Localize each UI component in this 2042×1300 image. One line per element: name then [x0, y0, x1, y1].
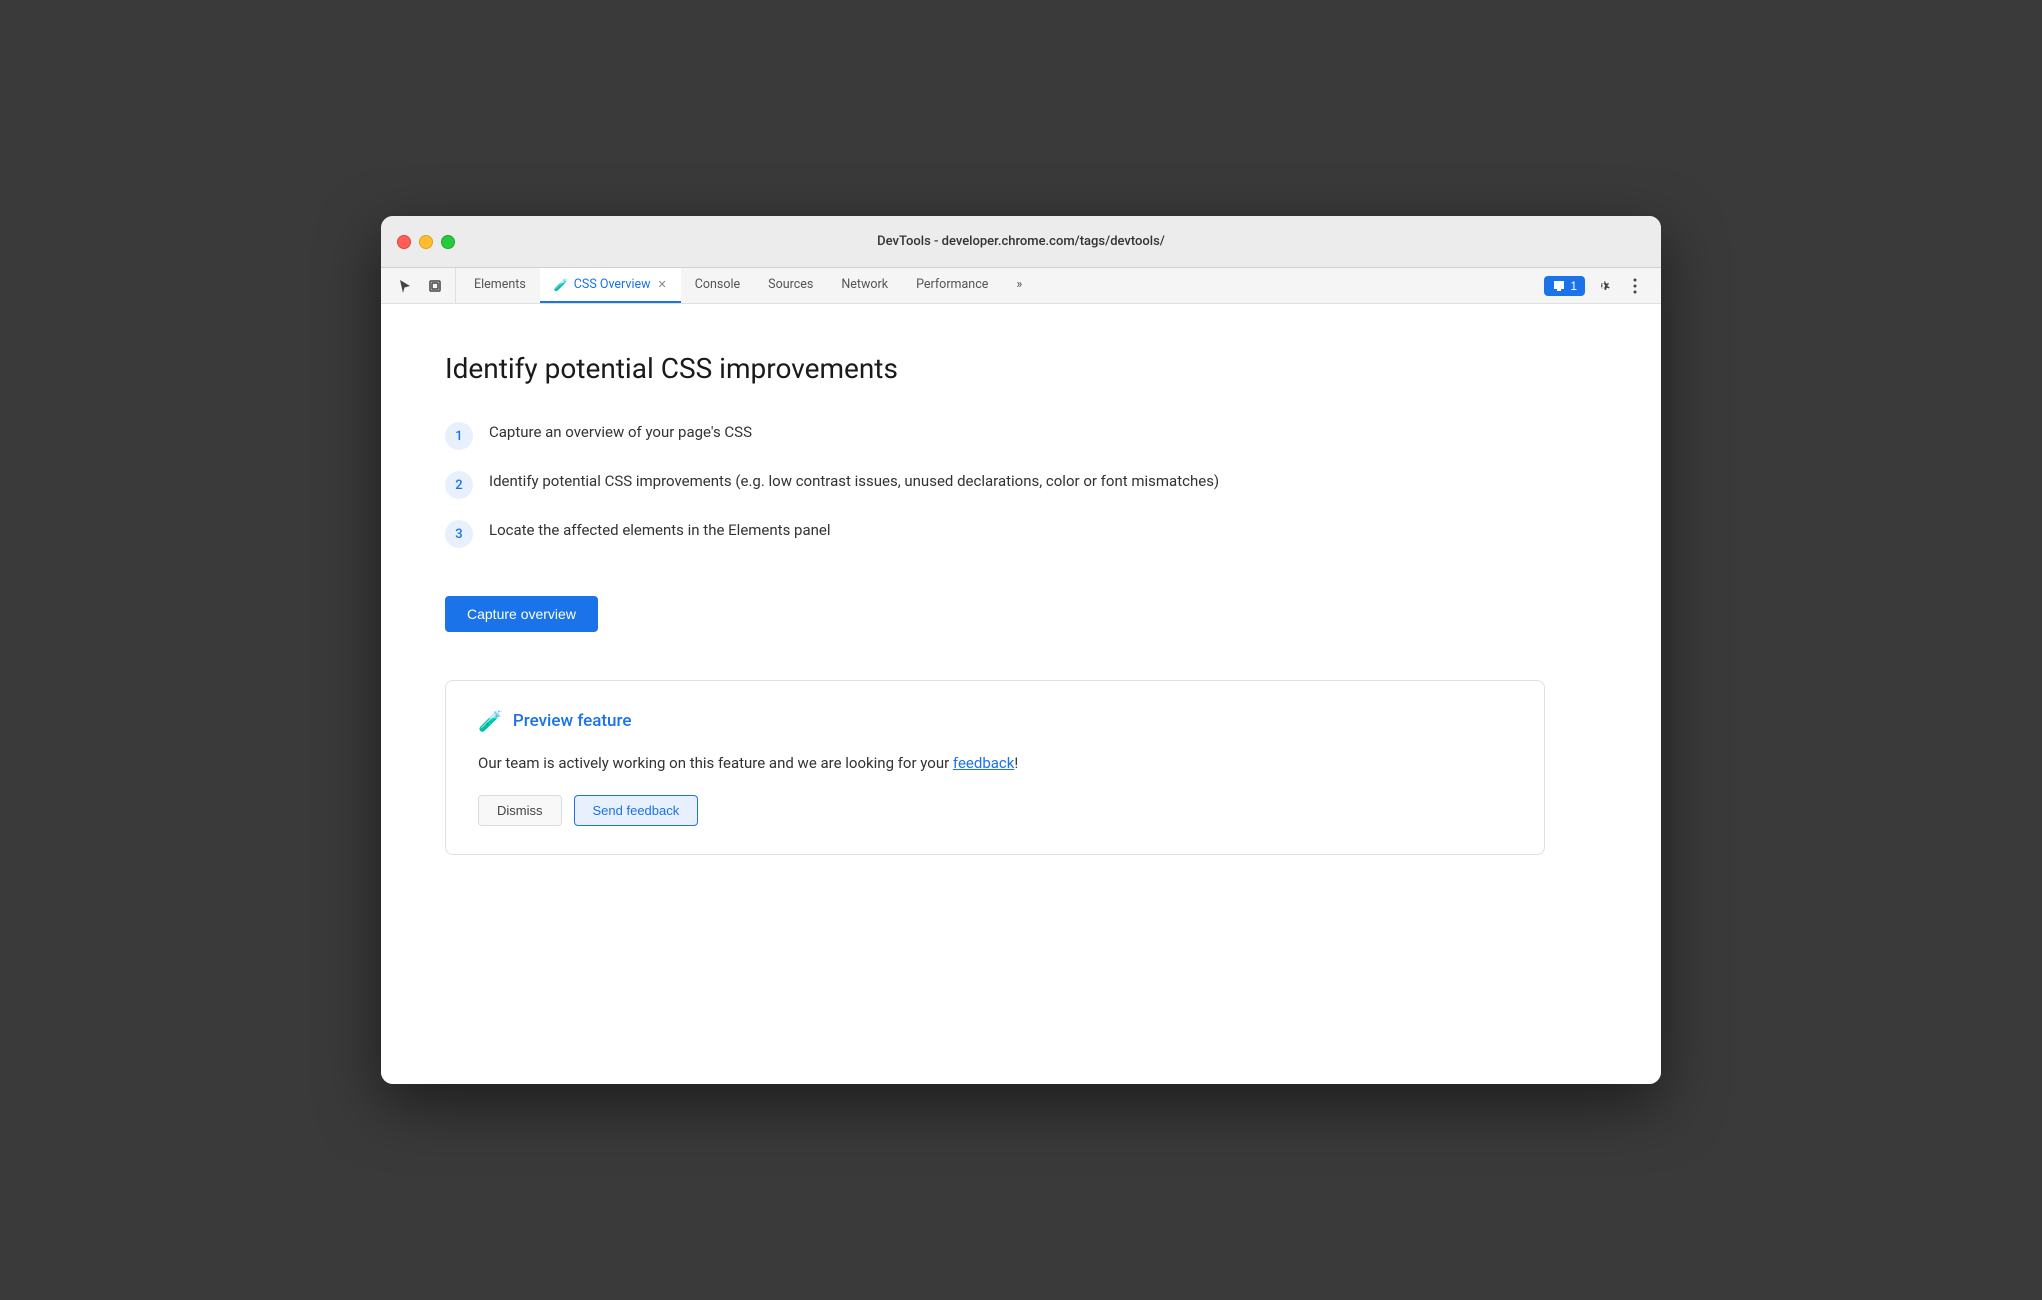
step-text-3: Locate the affected elements in the Elem… [489, 519, 831, 542]
preview-action-buttons: Dismiss Send feedback [478, 795, 1512, 826]
layers-icon[interactable] [421, 272, 449, 300]
minimize-button[interactable] [419, 235, 433, 249]
toolbar-right-actions: 1 [1536, 268, 1657, 303]
page-title: Identify potential CSS improvements [445, 352, 1597, 385]
feedback-link[interactable]: feedback [953, 754, 1014, 772]
flask-icon: 🧪 [478, 709, 503, 733]
notifications-badge-button[interactable]: 1 [1544, 276, 1585, 296]
tab-sources[interactable]: Sources [754, 268, 827, 303]
step-text-1: Capture an overview of your page's CSS [489, 421, 752, 444]
tabs-bar: Elements 🧪 CSS Overview ✕ Console Source… [460, 268, 1536, 303]
cursor-icon[interactable] [391, 272, 419, 300]
step-number-3: 3 [445, 520, 473, 548]
devtools-toolbar: Elements 🧪 CSS Overview ✕ Console Source… [381, 268, 1661, 304]
main-content: Identify potential CSS improvements 1 Ca… [381, 304, 1661, 1084]
maximize-button[interactable] [441, 235, 455, 249]
badge-count: 1 [1570, 279, 1577, 293]
preview-text-before-link: Our team is actively working on this fea… [478, 754, 953, 772]
preview-feature-title: Preview feature [513, 711, 632, 731]
tab-more[interactable]: » [1002, 268, 1036, 303]
tab-console[interactable]: Console [681, 268, 754, 303]
tab-network[interactable]: Network [827, 268, 902, 303]
step-item-3: 3 Locate the affected elements in the El… [445, 519, 1597, 548]
preview-header: 🧪 Preview feature [478, 709, 1512, 733]
more-options-button[interactable] [1621, 272, 1649, 300]
settings-button[interactable] [1589, 272, 1617, 300]
devtools-window: DevTools - developer.chrome.com/tags/dev… [381, 216, 1661, 1084]
close-button[interactable] [397, 235, 411, 249]
capture-overview-button[interactable]: Capture overview [445, 596, 598, 632]
preview-feature-text: Our team is actively working on this fea… [478, 751, 1512, 775]
step-item-1: 1 Capture an overview of your page's CSS [445, 421, 1597, 450]
dismiss-button[interactable]: Dismiss [478, 795, 562, 826]
flask-tab-icon: 🧪 [554, 278, 569, 292]
step-item-2: 2 Identify potential CSS improvements (e… [445, 470, 1597, 499]
step-text-2: Identify potential CSS improvements (e.g… [489, 470, 1219, 493]
tab-css-overview[interactable]: 🧪 CSS Overview ✕ [540, 268, 681, 303]
tab-elements[interactable]: Elements [460, 268, 540, 303]
tab-close-icon[interactable]: ✕ [658, 279, 667, 290]
titlebar: DevTools - developer.chrome.com/tags/dev… [381, 216, 1661, 268]
step-number-2: 2 [445, 471, 473, 499]
window-title: DevTools - developer.chrome.com/tags/dev… [877, 234, 1165, 249]
preview-feature-card: 🧪 Preview feature Our team is actively w… [445, 680, 1545, 855]
traffic-lights [397, 235, 455, 249]
toolbar-icon-group [385, 268, 456, 303]
preview-text-after-link: ! [1014, 754, 1018, 772]
send-feedback-button[interactable]: Send feedback [574, 795, 699, 826]
step-number-1: 1 [445, 422, 473, 450]
tab-performance[interactable]: Performance [902, 268, 1002, 303]
steps-list: 1 Capture an overview of your page's CSS… [445, 421, 1597, 548]
